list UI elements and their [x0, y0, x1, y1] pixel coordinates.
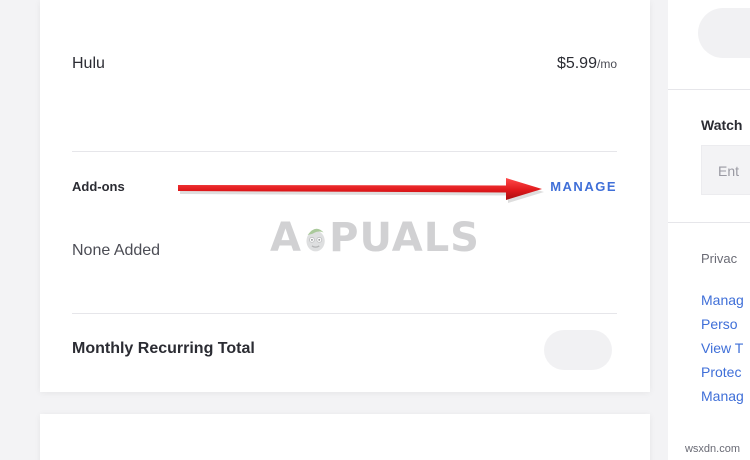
privacy-link-2[interactable]: Perso	[701, 315, 744, 339]
divider	[72, 151, 617, 152]
plan-price: $5.99/mo	[557, 55, 617, 73]
watch-label: Watch	[701, 117, 743, 133]
divider	[72, 313, 617, 314]
divider	[668, 222, 750, 223]
sidebar-pill-button[interactable]	[698, 8, 750, 58]
privacy-link-4[interactable]: Protec	[701, 363, 744, 387]
site-credit: wsxdn.com	[682, 442, 742, 456]
privacy-link-3[interactable]: View T	[701, 339, 744, 363]
privacy-heading: Privac	[701, 251, 738, 266]
plan-name: Hulu	[72, 55, 105, 72]
watermark: A PUALS	[270, 210, 480, 265]
addons-label: Add-ons	[72, 179, 125, 194]
watch-input[interactable]: Ent	[701, 145, 750, 195]
plan-price-amount: $5.99	[556, 55, 597, 72]
privacy-link-5[interactable]: Manag	[701, 387, 744, 411]
watermark-text-right: PUALS	[329, 214, 480, 261]
monthly-total-value-placeholder	[544, 330, 612, 370]
manage-addons-link[interactable]: MANAGE	[550, 179, 617, 194]
privacy-link-1[interactable]: Manag	[701, 291, 744, 315]
secondary-card	[40, 414, 650, 460]
watermark-text-left: A	[270, 214, 302, 261]
plan-price-period: /mo	[596, 57, 617, 71]
monthly-total-label: Monthly Recurring Total	[72, 340, 255, 357]
addons-status: None Added	[72, 242, 161, 259]
right-sidebar: Watch Ent Privac Manag Perso View T Prot…	[668, 0, 750, 460]
red-arrow-annotation	[178, 178, 544, 203]
privacy-links: Manag Perso View T Protec Manag	[701, 291, 744, 411]
divider	[668, 89, 750, 90]
mascot-icon	[306, 228, 325, 251]
